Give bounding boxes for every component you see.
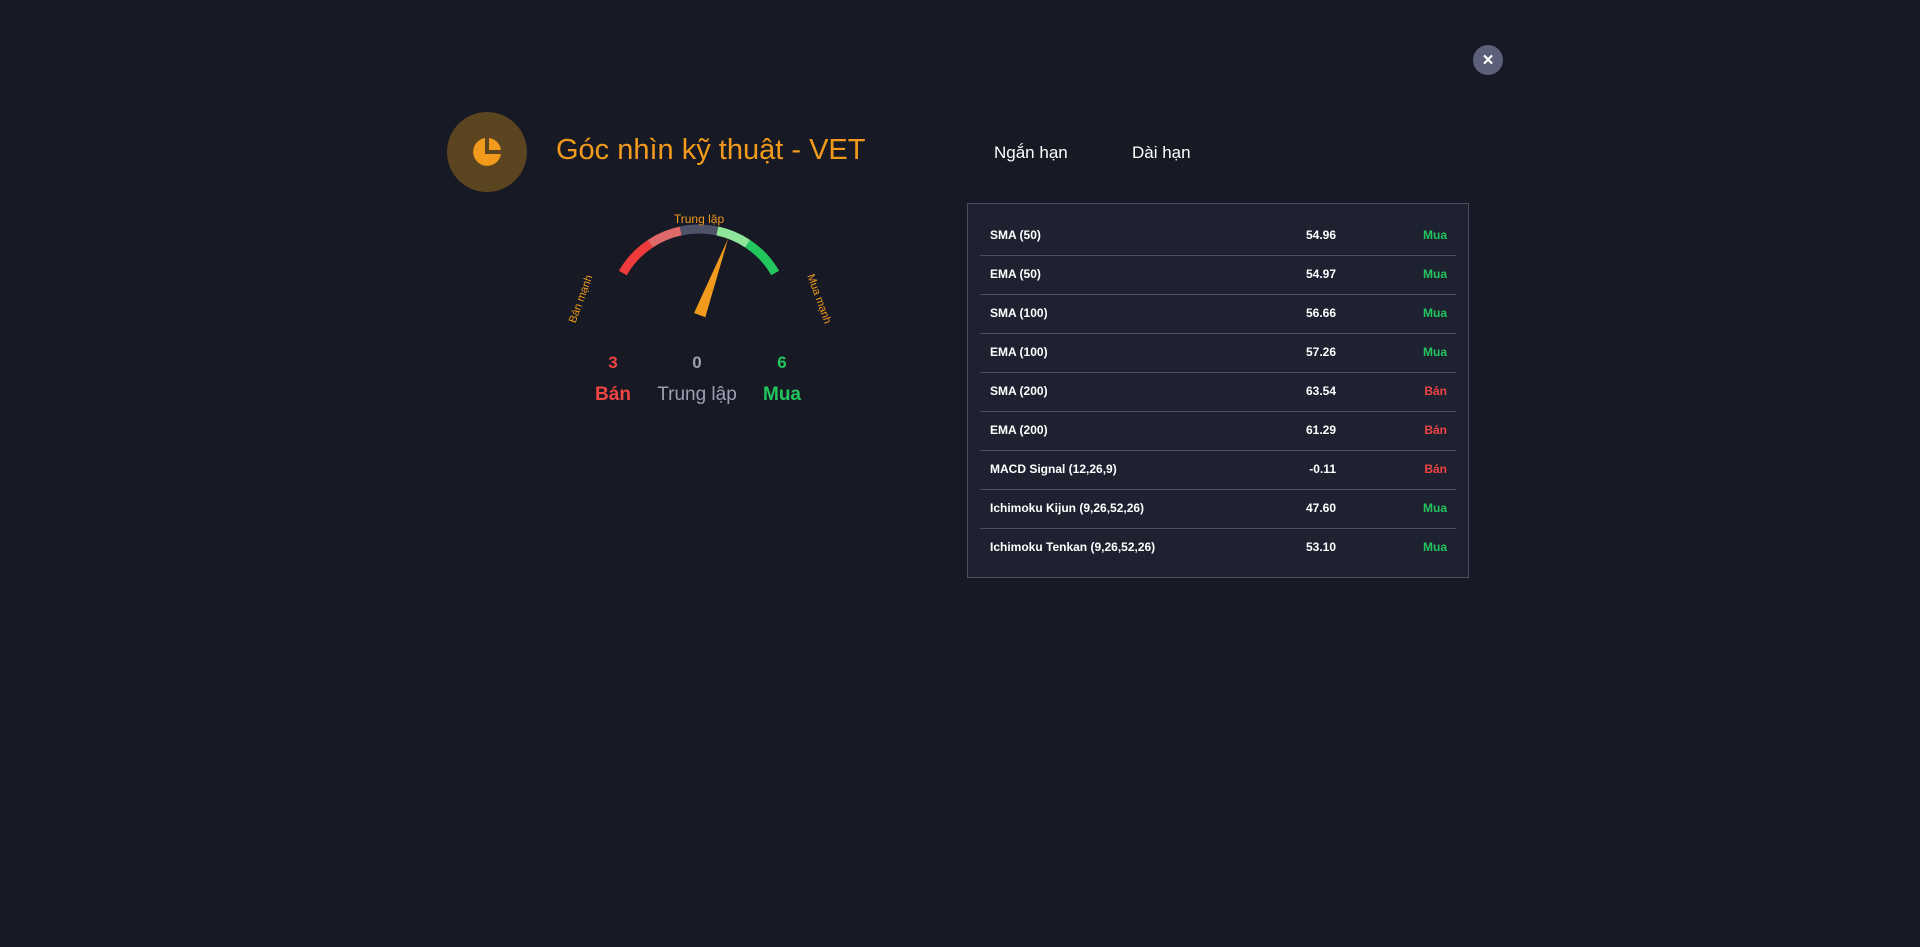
gauge-arc-group — [618, 224, 780, 276]
close-icon: × — [1482, 49, 1494, 71]
table-row: EMA (100) 57.26 Mua — [980, 333, 1456, 373]
indicator-signal: Mua — [1423, 267, 1447, 281]
gauge-segment-sell — [647, 226, 682, 248]
indicator-name: SMA (200) — [990, 384, 1048, 398]
indicator-name: MACD Signal (12,26,9) — [990, 462, 1117, 476]
indicator-name: SMA (100) — [990, 306, 1048, 320]
buy-label: Mua — [763, 384, 801, 405]
table-row: SMA (200) 63.54 Bán — [980, 372, 1456, 412]
indicator-signal: Mua — [1423, 540, 1447, 554]
indicator-signal: Bán — [1424, 423, 1447, 437]
indicator-value: 57.26 — [1305, 345, 1336, 359]
table-row: EMA (200) 61.29 Bán — [980, 411, 1456, 451]
table-row: SMA (50) 54.96 Mua — [980, 216, 1456, 256]
close-button[interactable]: × — [1473, 45, 1503, 75]
indicator-signal: Bán — [1424, 462, 1447, 476]
indicator-signal: Bán — [1424, 384, 1447, 398]
pie-chart-icon — [473, 138, 501, 166]
table-row: MACD Signal (12,26,9) -0.11 Bán — [980, 450, 1456, 490]
gauge-segment-strong-sell — [618, 239, 653, 276]
indicator-value: -0.11 — [1309, 462, 1336, 476]
indicator-value: 54.97 — [1305, 267, 1336, 281]
indicator-name: Ichimoku Tenkan (9,26,52,26) — [990, 540, 1156, 554]
page-title: Góc nhìn kỹ thuật - VET — [556, 134, 866, 166]
table-row: Ichimoku Tenkan (9,26,52,26) 53.10 Mua — [980, 528, 1456, 567]
gauge-label-neutral: Trung lập — [674, 212, 725, 226]
buy-count: 6 — [777, 353, 787, 372]
gauge-segment-buy — [716, 226, 751, 248]
indicator-signal: Mua — [1423, 501, 1447, 515]
indicator-value: 56.66 — [1305, 306, 1336, 320]
indicator-value: 61.29 — [1305, 423, 1336, 437]
indicator-signal: Mua — [1423, 228, 1447, 242]
gauge-segment-neutral — [679, 224, 719, 236]
indicator-value: 53.10 — [1305, 540, 1336, 554]
logo-badge — [447, 112, 527, 192]
table-row: Ichimoku Kijun (9,26,52,26) 47.60 Mua — [980, 489, 1456, 529]
sentiment-gauge: Bán mạnh Trung lập Mua mạnh — [567, 212, 833, 325]
tab-long-term[interactable]: Dài hạn — [1132, 143, 1191, 163]
indicator-value: 54.96 — [1305, 228, 1336, 242]
gauge-needle — [694, 238, 729, 318]
table-row: SMA (100) 56.66 Mua — [980, 294, 1456, 334]
indicator-name: EMA (50) — [990, 267, 1041, 281]
indicator-name: Ichimoku Kijun (9,26,52,26) — [990, 501, 1145, 515]
gauge-label-strong-sell: Bán mạnh — [567, 273, 595, 324]
indicator-signal: Mua — [1423, 306, 1447, 320]
indicator-value: 63.54 — [1305, 384, 1336, 398]
tab-short-term[interactable]: Ngắn hạn — [994, 143, 1068, 163]
gauge-segment-strong-buy — [745, 239, 780, 276]
table-row: EMA (50) 54.97 Mua — [980, 255, 1456, 295]
indicator-table: SMA (50) 54.96 Mua EMA (50) 54.97 Mua SM… — [967, 203, 1469, 578]
indicator-name: EMA (200) — [990, 423, 1048, 437]
indicator-signal: Mua — [1423, 345, 1447, 359]
gauge-label-strong-buy: Mua mạnh — [804, 272, 833, 325]
indicator-name: SMA (50) — [990, 228, 1041, 242]
indicator-value: 47.60 — [1305, 501, 1336, 515]
indicator-name: EMA (100) — [990, 345, 1048, 359]
